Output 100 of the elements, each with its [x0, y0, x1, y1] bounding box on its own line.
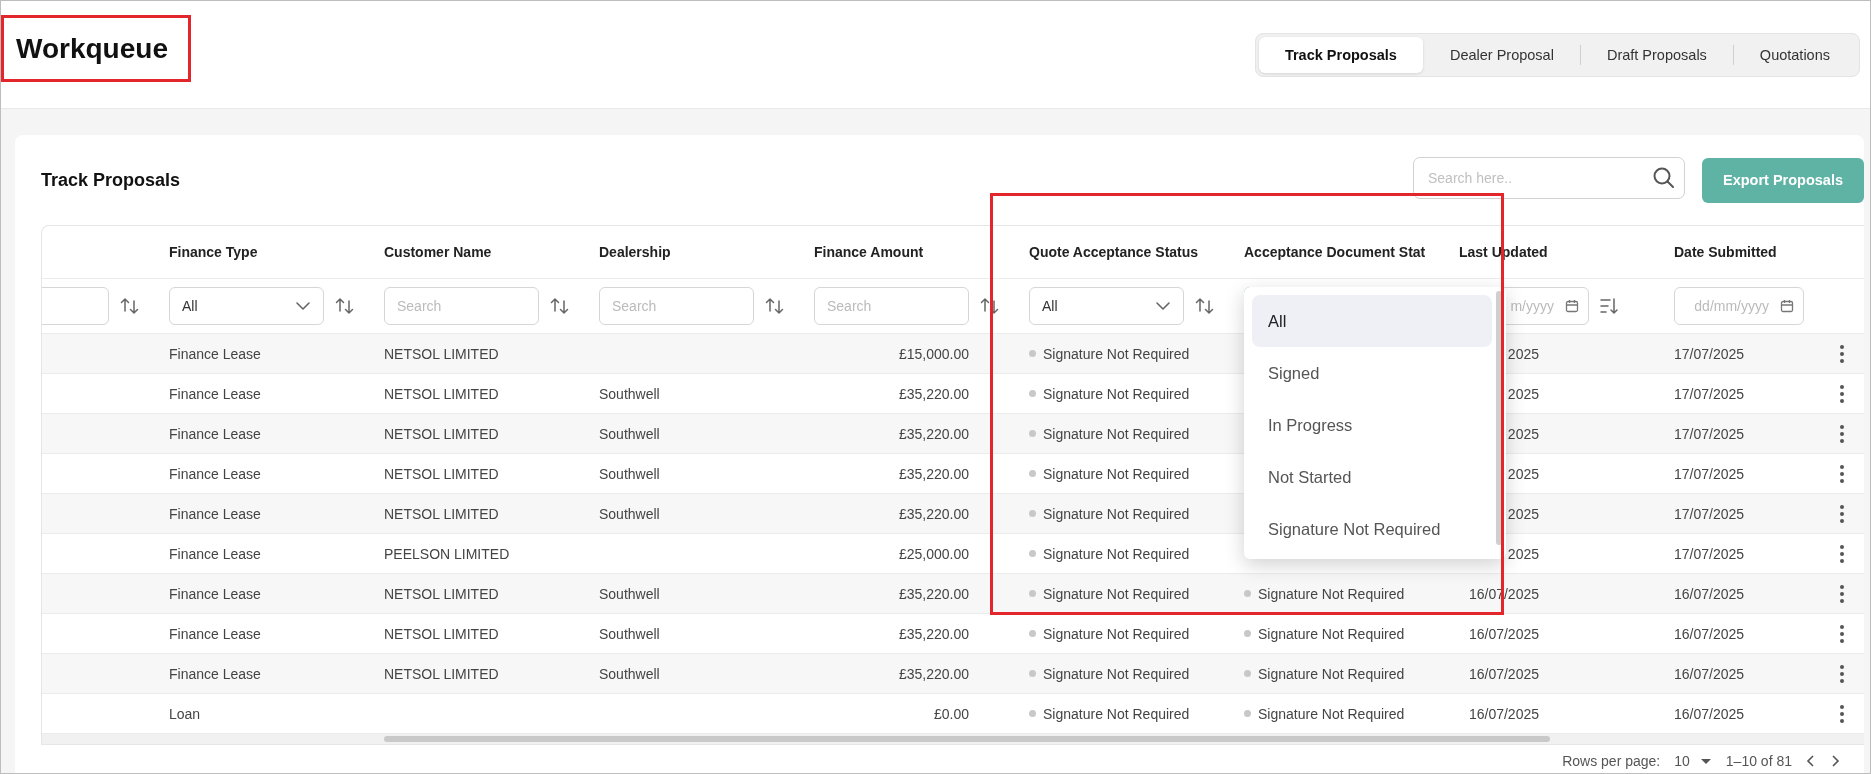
status-dot — [1244, 590, 1251, 597]
table-cell: Southwell — [599, 425, 660, 442]
status-cell: Signature Not Required — [1043, 625, 1190, 642]
status-cell: Signature Not Required — [1043, 585, 1190, 602]
previous-page-icon[interactable] — [1806, 755, 1816, 767]
filter-search-field[interactable]: Search — [599, 287, 754, 325]
column-header: Quote Acceptance Status — [1029, 244, 1199, 260]
more-options-icon[interactable] — [1839, 463, 1845, 484]
tab[interactable]: Dealer Proposal — [1423, 36, 1580, 73]
horizontal-scrollbar[interactable] — [384, 736, 1550, 742]
select-value: All — [1042, 298, 1058, 314]
table-cell: NETSOL LIMITED — [384, 505, 499, 522]
table-cell: Finance Lease — [169, 585, 261, 602]
rows-per-page-select[interactable]: 10 — [1674, 753, 1712, 769]
status-cell: Signature Not Required — [1258, 585, 1405, 602]
more-options-icon[interactable] — [1839, 583, 1845, 604]
panel-title: Track Proposals — [41, 169, 181, 191]
sort-icon[interactable] — [1194, 296, 1214, 316]
select-value: All — [182, 298, 198, 314]
status-dot — [1029, 470, 1036, 477]
table-cell: Loan — [169, 705, 201, 722]
table-cell: Southwell — [599, 585, 660, 602]
dropdown-option[interactable]: Signed — [1252, 347, 1492, 399]
sort-icon[interactable] — [979, 296, 999, 316]
status-dot — [1029, 590, 1036, 597]
more-options-icon[interactable] — [1839, 423, 1845, 444]
table-cell: 17/07/2025 — [1674, 425, 1745, 442]
search-field[interactable]: Search here.. — [1413, 157, 1685, 199]
sort-icon[interactable] — [119, 296, 139, 316]
status-dot — [1244, 630, 1251, 637]
amount-cell-text: £35,220.00 — [897, 465, 969, 482]
filter-search-field[interactable]: Search — [384, 287, 539, 325]
dropdown-option[interactable]: Not Started — [1252, 451, 1492, 503]
more-options-icon[interactable] — [1839, 663, 1845, 684]
status-dot — [1029, 670, 1036, 677]
status-dot — [1244, 710, 1251, 717]
table-cell: PEELSON LIMITED — [384, 545, 510, 562]
status-cell: Signature Not Required — [1043, 425, 1190, 442]
status-dot — [1029, 510, 1036, 517]
column-header: Customer Name — [384, 244, 492, 260]
date-cell-text: 16/07/2025 — [1467, 705, 1539, 722]
table-cell: 17/07/2025 — [1674, 385, 1745, 402]
search-icon[interactable] — [1652, 166, 1675, 189]
table-cell: 17/07/2025 — [1674, 505, 1745, 522]
more-options-icon[interactable] — [1839, 543, 1845, 564]
more-options-icon[interactable] — [1839, 703, 1845, 724]
page-range: 1–10 of 81 — [1725, 753, 1792, 769]
status-dot — [1029, 710, 1036, 717]
column-header: Acceptance Document Stat — [1244, 244, 1426, 260]
filter-select[interactable]: All — [169, 287, 324, 325]
more-options-icon[interactable] — [1839, 383, 1845, 404]
chevron-down-icon — [295, 301, 311, 311]
table-cell: 17/07/2025 — [1674, 545, 1745, 562]
filter-search-field[interactable]: Search — [814, 287, 969, 325]
more-options-icon[interactable] — [1839, 503, 1845, 524]
table-cell: NETSOL LIMITED — [384, 665, 499, 682]
table-cell: 17/07/2025 — [1674, 465, 1745, 482]
column-header: Finance Type — [169, 244, 258, 260]
filter-select[interactable]: All — [1029, 287, 1184, 325]
date-cell-text: 2025 — [1506, 345, 1539, 362]
table-cell: NETSOL LIMITED — [384, 385, 499, 402]
sort-icon[interactable] — [764, 296, 784, 316]
calendar-icon[interactable] — [1565, 299, 1579, 313]
more-options-icon[interactable] — [1839, 343, 1845, 364]
tab[interactable]: Quotations — [1733, 36, 1856, 73]
sort-descending-icon[interactable] — [1599, 296, 1619, 316]
tab[interactable]: Track Proposals — [1258, 36, 1423, 73]
table-cell: 16/07/2025 — [1674, 585, 1745, 602]
status-dot — [1029, 350, 1036, 357]
table-cell: Finance Lease — [169, 505, 261, 522]
amount-cell-text: £35,220.00 — [897, 625, 969, 642]
status-cell: Signature Not Required — [1043, 465, 1190, 482]
scrollbar-thumb[interactable] — [1496, 291, 1502, 545]
date-cell-text: 16/07/2025 — [1467, 625, 1539, 642]
table-cell: 16/07/2025 — [1674, 665, 1745, 682]
amount-cell-text: £35,220.00 — [897, 585, 969, 602]
status-dot — [1029, 390, 1036, 397]
dropdown-option[interactable]: All — [1252, 295, 1492, 347]
date-field[interactable]: dd/mm/yyyy — [1674, 287, 1804, 325]
date-cell-text: 2025 — [1506, 385, 1539, 402]
tab[interactable]: Draft Proposals — [1580, 36, 1733, 73]
table-cell: Finance Lease — [169, 665, 261, 682]
table-cell: Finance Lease — [169, 385, 261, 402]
status-dot — [1029, 550, 1036, 557]
table-cell: Finance Lease — [169, 345, 261, 362]
next-page-icon[interactable] — [1830, 755, 1840, 767]
table-cell: Finance Lease — [169, 545, 261, 562]
table-cell: Southwell — [599, 625, 660, 642]
dropdown-option[interactable]: In Progress — [1252, 399, 1492, 451]
status-cell: Signature Not Required — [1043, 505, 1190, 522]
table-cell: NETSOL LIMITED — [384, 465, 499, 482]
sort-icon[interactable] — [334, 296, 354, 316]
dropdown-option[interactable]: Signature Not Required — [1252, 503, 1492, 555]
chevron-down-icon — [1155, 301, 1171, 311]
status-cell: Signature Not Required — [1258, 625, 1405, 642]
sort-icon[interactable] — [549, 296, 569, 316]
more-options-icon[interactable] — [1839, 623, 1845, 644]
calendar-icon[interactable] — [1780, 299, 1794, 313]
status-cell: Signature Not Required — [1043, 345, 1190, 362]
amount-cell-text: £35,220.00 — [897, 425, 969, 442]
